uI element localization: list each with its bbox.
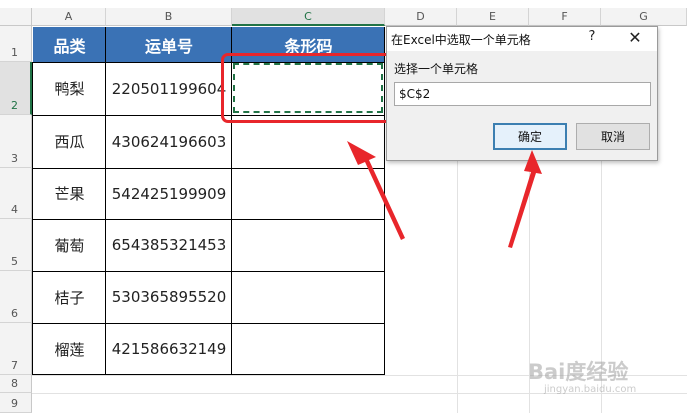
annotation-arrows: [347, 141, 542, 248]
arrow-to-ok: [508, 150, 542, 248]
watermark-logo: Bai度经验: [528, 360, 629, 384]
arrow-to-cell: [347, 141, 405, 240]
watermark-url: jingyan.baidu.com: [544, 384, 637, 395]
